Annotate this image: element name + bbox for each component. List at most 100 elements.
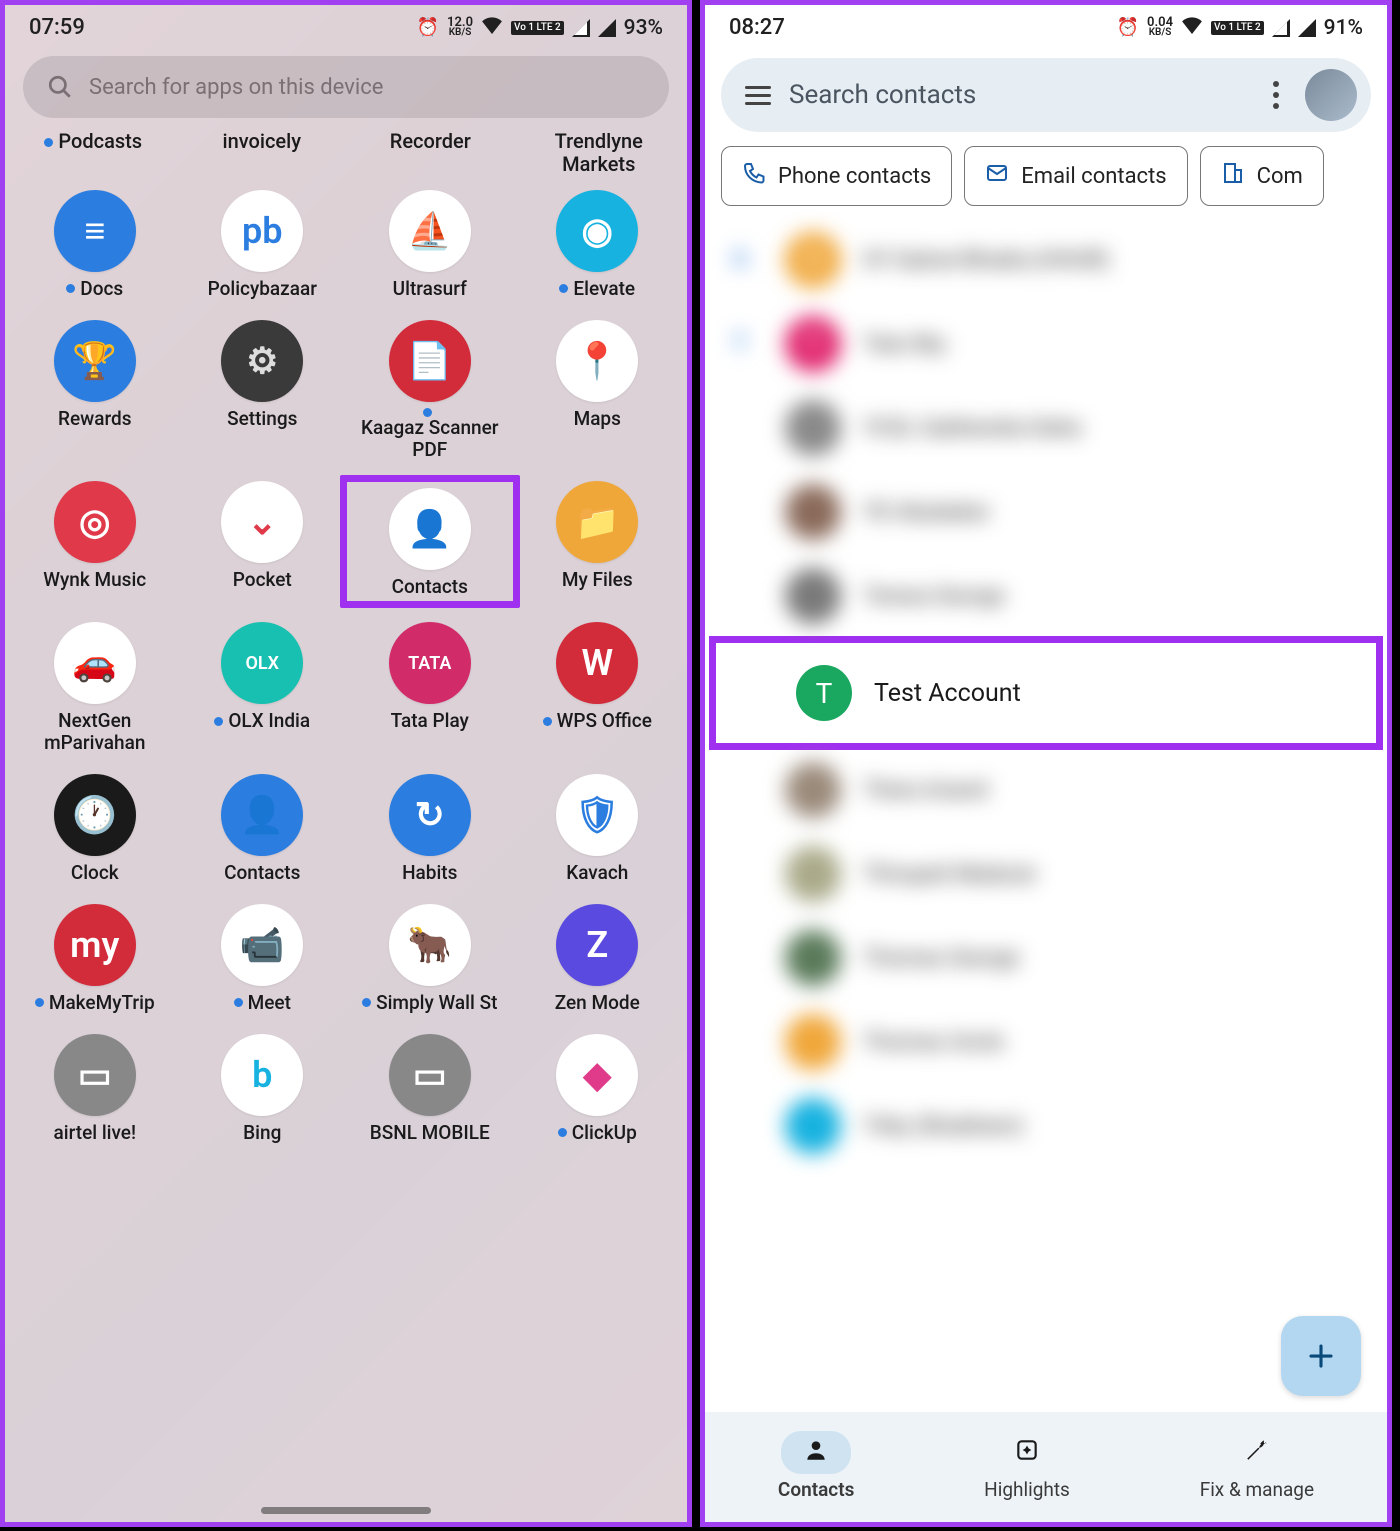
app-zen-mode[interactable]: ZZen Mode (514, 904, 682, 1014)
app-label: Meet (234, 992, 291, 1014)
app-bing[interactable]: bBing (179, 1034, 347, 1144)
app-wps-office[interactable]: WWPS Office (514, 622, 682, 754)
contact-row[interactable]: Thomas George (705, 916, 1387, 1000)
app-contacts[interactable]: 👤Contacts (340, 475, 520, 609)
contact-row[interactable]: Teresa George (705, 554, 1387, 638)
app-my-files[interactable]: 📁My Files (514, 481, 682, 603)
update-dot (66, 284, 75, 293)
app-icon: 🛡 (556, 774, 638, 856)
app-bsnl-mobile[interactable]: ▭BSNL MOBILE (346, 1034, 514, 1144)
app-shortcut[interactable]: invoicely (179, 130, 344, 176)
app-clock[interactable]: 🕐Clock (11, 774, 179, 884)
volte-icon: Vo 1 LTE 2 (511, 21, 564, 35)
app-icon: W (556, 622, 638, 704)
app-label: Contacts (392, 576, 468, 598)
app-shortcut[interactable]: Podcasts (11, 130, 176, 176)
app-icon: b (221, 1034, 303, 1116)
app-olx-india[interactable]: OLXOLX India (179, 622, 347, 754)
contact-row[interactable]: YD Abubakar (705, 470, 1387, 554)
contact-avatar: T (796, 665, 852, 721)
contact-avatar (785, 1098, 841, 1154)
app-label: Habits (402, 862, 457, 884)
app-policybazaar[interactable]: pbPolicybazaar (179, 190, 347, 300)
chip-phone-contacts[interactable]: Phone contacts (721, 146, 952, 206)
contacts-list[interactable]: SSSY Sukrat Bhukla (HHUR)TTTata SkyYCSL … (705, 218, 1387, 1168)
contacts-search-bar[interactable]: Search contacts (721, 58, 1371, 132)
chip-email-contacts[interactable]: Email contacts (964, 146, 1187, 206)
contact-row[interactable]: Thirupati Madurai (705, 832, 1387, 916)
hamburger-icon[interactable] (745, 86, 771, 105)
status-time: 08:27 (729, 15, 785, 40)
chip-label: Email contacts (1021, 164, 1166, 189)
app-simply-wall-st[interactable]: 🐂Simply Wall St (346, 904, 514, 1014)
contact-avatar (785, 846, 841, 902)
app-shortcut[interactable]: Trendlyne Markets (516, 130, 681, 176)
app-kavach[interactable]: 🛡Kavach (514, 774, 682, 884)
app-icon: ▭ (389, 1034, 471, 1116)
section-letter: S (733, 248, 747, 273)
bottom-navigation: Contacts Highlights Fix & manage (705, 1412, 1387, 1522)
app-elevate[interactable]: ◉Elevate (514, 190, 682, 300)
app-label: NextGen mParivahan (11, 710, 179, 754)
wifi-icon (481, 16, 503, 39)
app-rewards[interactable]: 🏆Rewards (11, 320, 179, 461)
app-nextgen-mparivahan[interactable]: 🚗NextGen mParivahan (11, 622, 179, 754)
status-time: 07:59 (29, 15, 85, 40)
tab-contacts[interactable]: Contacts (778, 1431, 854, 1501)
status-bar: 07:59 ⏰ 12.0KB/S Vo 1 LTE 2 93% (5, 5, 687, 46)
chip-label: Com (1257, 164, 1303, 189)
app-icon: Z (556, 904, 638, 986)
tab-fix-manage[interactable]: Fix & manage (1200, 1431, 1314, 1501)
update-dot (234, 998, 243, 1007)
app-icon: pb (221, 190, 303, 272)
alarm-icon: ⏰ (1117, 17, 1139, 38)
app-meet[interactable]: 📹Meet (179, 904, 347, 1014)
app-search-input[interactable]: Search for apps on this device (23, 56, 669, 118)
app-kaagaz-scanner-pdf[interactable]: 📄Kaagaz Scanner PDF (346, 320, 514, 461)
app-icon: OLX (221, 622, 303, 704)
app-wynk-music[interactable]: ◎Wynk Music (11, 481, 179, 603)
app-label: Kaagaz Scanner PDF (346, 408, 514, 461)
phone-icon (742, 161, 766, 191)
app-ultrasurf[interactable]: ⛵Ultrasurf (346, 190, 514, 300)
app-label: Rewards (58, 408, 132, 430)
overflow-menu-icon[interactable] (1265, 81, 1287, 109)
status-indicators: ⏰ 0.04KB/S Vo 1 LTE 2 91% (1117, 16, 1363, 40)
app-makemytrip[interactable]: myMakeMyTrip (11, 904, 179, 1014)
blurred-contacts-below: Thera AnandThirupati Madurai Thomas Georg… (705, 748, 1387, 1168)
app-label: Pocket (233, 569, 292, 591)
chip-com[interactable]: Com (1200, 146, 1324, 206)
contact-avatar: S (785, 232, 841, 288)
contact-row[interactable]: Thomas Uncle (705, 1000, 1387, 1084)
app-tata-play[interactable]: TATATata Play (346, 622, 514, 754)
contact-name: Triky (Shubham) (863, 1114, 1023, 1139)
app-label: Docs (66, 278, 123, 300)
app-icon: my (54, 904, 136, 986)
account-avatar[interactable] (1305, 69, 1357, 121)
volte-icon: Vo 1 LTE 2 (1211, 21, 1264, 35)
app-settings[interactable]: ⚙Settings (179, 320, 347, 461)
tab-highlights[interactable]: Highlights (984, 1431, 1070, 1501)
app-icon: 📁 (556, 481, 638, 563)
app-docs[interactable]: ≡Docs (11, 190, 179, 300)
contact-name: YD Abubakar (863, 500, 990, 525)
gesture-bar[interactable] (261, 1507, 431, 1514)
contact-row[interactable]: Triky (Shubham) (705, 1084, 1387, 1168)
app-contacts[interactable]: 👤Contacts (179, 774, 347, 884)
app-habits[interactable]: ↻Habits (346, 774, 514, 884)
add-contact-fab[interactable] (1281, 1316, 1361, 1396)
app-drawer-grid[interactable]: ≡DocspbPolicybazaar⛵Ultrasurf◉Elevate 🏆Re… (5, 184, 687, 1144)
contact-avatar (785, 930, 841, 986)
app-pocket[interactable]: ⌄ Pocket (179, 481, 347, 603)
contact-row[interactable]: Thera Anand (705, 748, 1387, 832)
contact-row[interactable]: YCSL Subhendra Daha (705, 386, 1387, 470)
contact-test-account[interactable]: T Test Account (709, 636, 1383, 750)
contact-row[interactable]: TTTata Sky (705, 302, 1387, 386)
app-airtel-live-[interactable]: ▭airtel live! (11, 1034, 179, 1144)
app-icon: ⌄ (221, 481, 303, 563)
contact-name: Thomas George (863, 946, 1019, 971)
contact-row[interactable]: SSSY Sukrat Bhukla (HHUR) (705, 218, 1387, 302)
app-maps[interactable]: 📍Maps (514, 320, 682, 461)
app-clickup[interactable]: ◆ClickUp (514, 1034, 682, 1144)
app-shortcut[interactable]: Recorder (348, 130, 513, 176)
